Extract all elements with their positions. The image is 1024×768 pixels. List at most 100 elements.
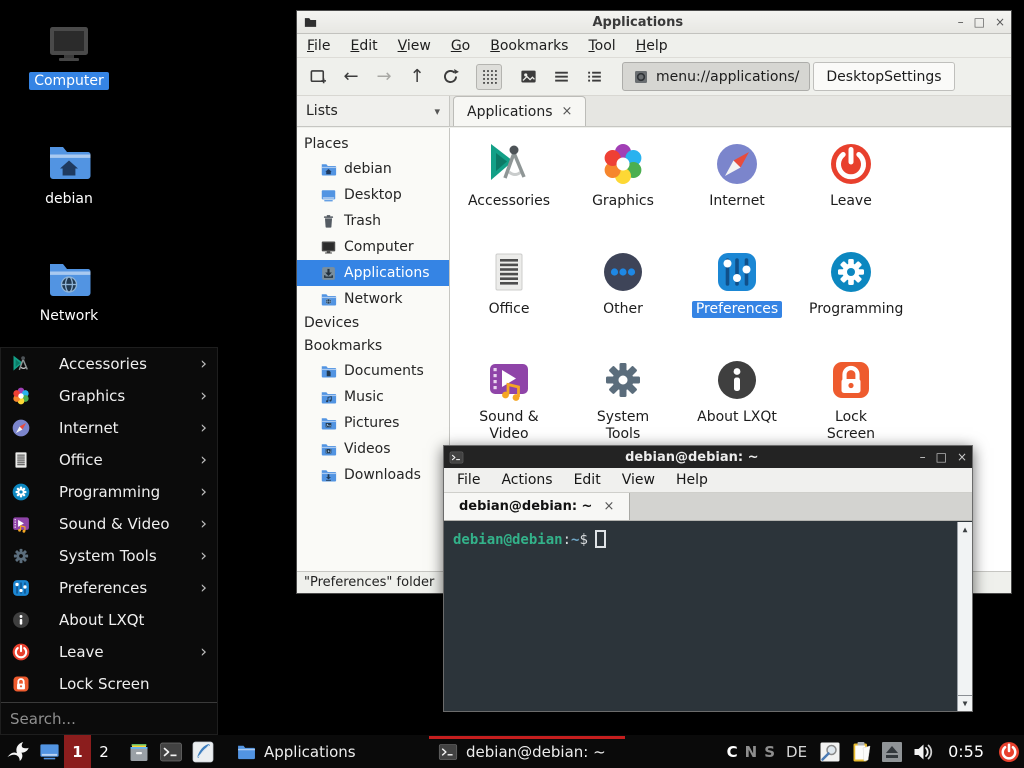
tab-close-icon[interactable]: ×	[603, 499, 614, 514]
task-button-terminal[interactable]: debian@debian: ~	[429, 735, 625, 768]
menu-item-lock-screen[interactable]: Lock Screen	[1, 668, 217, 700]
sidebar-item-trash[interactable]: Trash	[297, 208, 449, 234]
sidebar-item-debian[interactable]: debian	[297, 156, 449, 182]
menu-item-sound-video[interactable]: Sound & Video ›	[1, 508, 217, 540]
workspace-switcher-2[interactable]: 2	[91, 735, 117, 768]
sidebar-item-documents[interactable]: Documents	[297, 358, 449, 384]
minimize-button[interactable]: –	[958, 16, 964, 28]
caps-lock-indicator[interactable]: C	[727, 743, 738, 761]
grid-item-office[interactable]: Office	[452, 248, 566, 356]
scroll-lock-indicator[interactable]: S	[764, 743, 775, 761]
grid-item-programming[interactable]: Programming	[794, 248, 908, 356]
forward-button[interactable]: →	[371, 64, 397, 90]
fm-menu-bookmarks[interactable]: Bookmarks	[490, 38, 568, 54]
desktop-icon-network[interactable]: Network	[21, 255, 117, 325]
minimize-button[interactable]: –	[920, 451, 926, 463]
menu-item-preferences[interactable]: Preferences ›	[1, 572, 217, 604]
terminal-menu-file[interactable]: File	[457, 472, 480, 488]
terminal-titlebar[interactable]: debian@debian: ~ – □ ×	[444, 446, 972, 468]
terminal-menu-help[interactable]: Help	[676, 472, 708, 488]
fm-menu-view[interactable]: View	[398, 38, 431, 54]
grid-item-internet[interactable]: Internet	[680, 140, 794, 248]
menu-search-input[interactable]: Search...	[1, 703, 217, 734]
up-button[interactable]: ↑	[404, 64, 430, 90]
screenshot-tool-icon[interactable]	[818, 740, 842, 764]
menu-item-graphics[interactable]: Graphics ›	[1, 380, 217, 412]
prompt-colon: :	[563, 532, 571, 548]
close-button[interactable]: ×	[957, 451, 967, 463]
menu-item-office[interactable]: Office ›	[1, 444, 217, 476]
sidebar-item-desktop[interactable]: Desktop	[297, 182, 449, 208]
terminal-screen[interactable]: debian@debian:~$ ▲ ▼	[444, 522, 972, 711]
terminal-menu-actions[interactable]: Actions	[501, 472, 552, 488]
maximize-button[interactable]: □	[936, 451, 947, 463]
sidebar-item-downloads[interactable]: Downloads	[297, 462, 449, 488]
fm-tab-applications[interactable]: Applications ×	[453, 96, 586, 126]
terminal-scrollbar[interactable]: ▲ ▼	[957, 522, 972, 711]
terminal-menu-edit[interactable]: Edit	[574, 472, 601, 488]
sidebar-item-music[interactable]: Music	[297, 384, 449, 410]
clipboard-icon[interactable]	[849, 740, 873, 764]
submenu-arrow-icon: ›	[200, 386, 207, 406]
show-desktop-button[interactable]	[34, 735, 64, 768]
fm-menu-tool[interactable]: Tool	[588, 38, 615, 54]
address-bar-current-path[interactable]: menu://applications/	[622, 62, 810, 91]
icon-view-button[interactable]	[476, 64, 502, 90]
fm-panel-and-tab-row: Lists ▾ Applications ×	[297, 96, 1011, 127]
grid-item-graphics[interactable]: Graphics	[566, 140, 680, 248]
address-bar-desktopsettings-button[interactable]: DesktopSettings	[813, 62, 954, 91]
detailed-list-view-button[interactable]	[548, 64, 574, 90]
desktop-icon-computer[interactable]: Computer	[21, 20, 117, 90]
sidebar-item-network[interactable]: Network	[297, 286, 449, 312]
sidebar-item-computer[interactable]: Computer	[297, 234, 449, 260]
fm-menu-edit[interactable]: Edit	[350, 38, 377, 54]
main-menu-button[interactable]	[0, 735, 34, 768]
grid-item-accessories[interactable]: Accessories	[452, 140, 566, 248]
menu-item-about-lxqt[interactable]: About LXQt	[1, 604, 217, 636]
menu-item-internet[interactable]: Internet ›	[1, 412, 217, 444]
menu-item-leave[interactable]: Leave ›	[1, 636, 217, 668]
keyboard-layout-indicator[interactable]: DE	[786, 743, 807, 761]
fm-tabbar: Applications ×	[450, 96, 1011, 126]
tab-close-icon[interactable]: ×	[562, 104, 573, 119]
grid-item-leave[interactable]: Leave	[794, 140, 908, 248]
compact-view-button[interactable]	[581, 64, 607, 90]
grid-item-other[interactable]: Other	[566, 248, 680, 356]
workspace-switcher-1[interactable]: 1	[64, 735, 91, 768]
fm-titlebar[interactable]: Applications – □ ×	[297, 11, 1011, 34]
back-button[interactable]: ←	[338, 64, 364, 90]
scroll-up-icon[interactable]: ▲	[958, 522, 972, 537]
menu-item-system-tools[interactable]: System Tools ›	[1, 540, 217, 572]
fm-menu-go[interactable]: Go	[451, 38, 470, 54]
close-button[interactable]: ×	[995, 16, 1005, 28]
menu-item-accessories[interactable]: Accessories ›	[1, 348, 217, 380]
maximize-button[interactable]: □	[974, 16, 985, 28]
side-panel-selector[interactable]: Lists ▾	[297, 96, 450, 126]
sidebar-item-videos[interactable]: Videos	[297, 436, 449, 462]
fm-menu-file[interactable]: File	[307, 38, 330, 54]
grid-item-preferences[interactable]: Preferences	[680, 248, 794, 356]
terminal-menu-view[interactable]: View	[622, 472, 655, 488]
volume-icon[interactable]	[911, 740, 935, 764]
sidebar-item-pictures[interactable]: Pictures	[297, 410, 449, 436]
quicklaunch-file-manager[interactable]	[123, 735, 155, 768]
menu-item-programming[interactable]: Programming ›	[1, 476, 217, 508]
clock[interactable]: 0:55	[948, 742, 984, 761]
fm-menu-help[interactable]: Help	[636, 38, 668, 54]
desktop-icon-debian[interactable]: debian	[21, 138, 117, 208]
scroll-down-icon[interactable]: ▼	[958, 695, 972, 711]
num-lock-indicator[interactable]: N	[745, 743, 758, 761]
thumbnail-view-button[interactable]	[515, 64, 541, 90]
terminal-window: debian@debian: ~ – □ × File Actions Edit…	[443, 445, 973, 712]
removable-media-eject-icon[interactable]	[880, 740, 904, 764]
about-info-icon	[11, 610, 31, 630]
quicklaunch-terminal[interactable]	[155, 735, 187, 768]
quicklaunch-featherpad[interactable]	[187, 735, 219, 768]
graphics-icon	[11, 386, 31, 406]
task-button-applications[interactable]: Applications	[227, 735, 423, 768]
terminal-tab[interactable]: debian@debian: ~ ×	[444, 493, 630, 520]
new-tab-button[interactable]	[305, 64, 331, 90]
sidebar-item-applications[interactable]: Applications	[297, 260, 449, 286]
power-button[interactable]	[997, 740, 1021, 764]
reload-button[interactable]	[437, 64, 463, 90]
